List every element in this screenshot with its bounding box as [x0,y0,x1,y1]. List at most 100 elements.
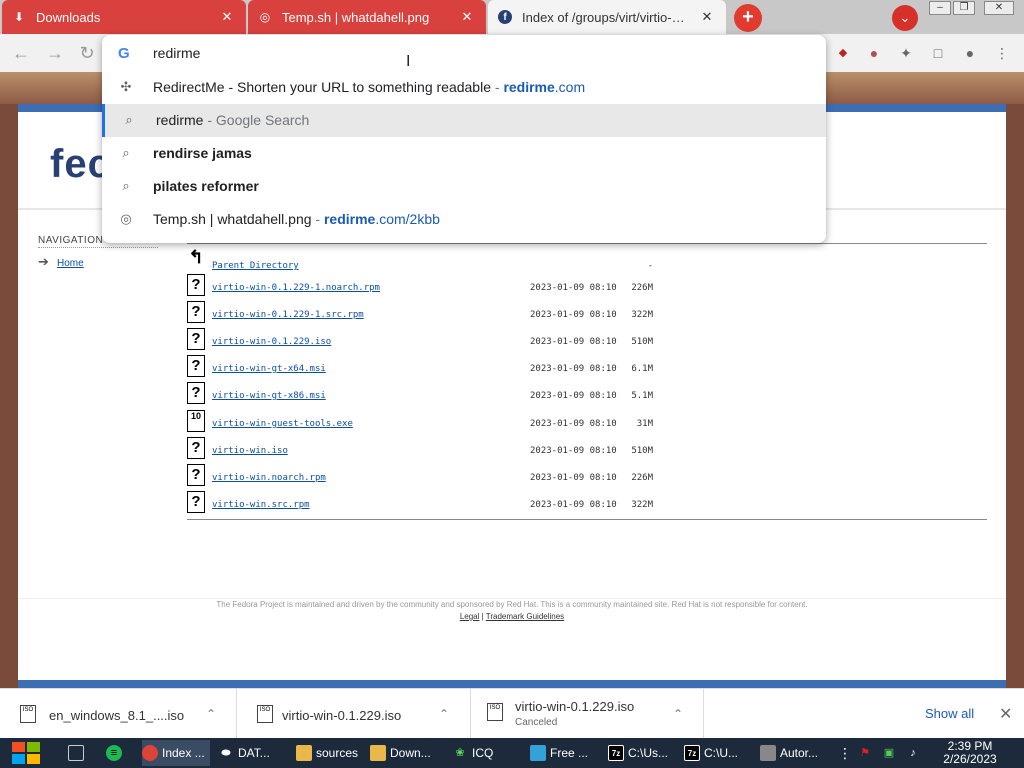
menu-kebab-icon[interactable]: ⋮ [992,43,1012,63]
taskbar-downloads[interactable]: Down... [370,740,438,766]
address-input[interactable]: redirme [153,45,200,61]
suggestion-item[interactable]: ⌕ pilates reformer [102,170,826,203]
taskbar-7zip-2[interactable]: 7z C:\U... [684,740,752,766]
reload-button[interactable]: ↻ [76,42,98,64]
tab-label: Temp.sh | whatdahell.png [282,9,430,25]
icq-icon: ❀ [455,747,465,759]
show-all-button[interactable]: Show all [925,706,974,721]
7zip-icon: 7z [608,745,624,761]
close-icon[interactable]: ✕ [698,9,716,25]
file-link[interactable]: virtio-win-guest-tools.exe [212,419,353,429]
extension-avatar-icon[interactable]: ● [864,43,884,63]
chevron-up-icon[interactable]: ⌃ [206,707,216,721]
file-size: 5.1M [631,391,653,401]
trademark-link[interactable]: Trademark Guidelines [486,612,564,621]
file-size: 322M [631,500,653,510]
chevron-up-icon[interactable]: ⌃ [673,707,683,721]
close-icon[interactable]: ✕ [999,704,1012,724]
tray-overflow[interactable]: ⋮ [838,740,848,766]
tab-search-button[interactable]: ⌄ [892,5,918,31]
suggestion-item[interactable]: ⌕ redirme - Google Search [102,104,826,137]
divider [187,519,987,520]
nav-home-link[interactable]: Home [57,258,84,269]
close-icon[interactable]: ✕ [218,9,236,25]
taskbar-icq[interactable]: ❀ ICQ [452,740,512,766]
file-row: 10 virtio-win-guest-tools.exe 2023-01-09… [187,410,687,437]
taskbar-sources[interactable]: sources [296,740,364,766]
extensions-puzzle-icon[interactable]: ✦ [896,43,916,63]
taskbar-free[interactable]: Free ... [530,740,598,766]
windows-start-icon[interactable] [10,740,42,766]
footer-text: The Fedora Project is maintained and dri… [216,600,808,609]
spotify-icon: ≡ [106,745,122,761]
side-panel-icon[interactable]: □ [928,43,948,63]
file-size: 510M [631,446,653,456]
back-button[interactable]: ← [10,42,32,64]
tab-temp-sh[interactable]: ◎ Temp.sh | whatdahell.png ✕ [248,0,486,34]
footer-links: Legal | Trademark Guidelines [18,612,1006,621]
tab-index-of[interactable]: f Index of /groups/virt/virtio-win/d ✕ [488,0,726,34]
close-window-button[interactable]: ✕ [984,1,1014,15]
taskbar: ≡ Index ... ⬬ DAT... sources Down... ❀ ICQ… [0,738,1024,768]
taskbar-desktop[interactable] [68,740,88,766]
minimize-button[interactable]: – [929,1,951,15]
taskbar-spotify[interactable]: ≡ [106,740,126,766]
file-row: ↰ Parent Directory - [187,248,687,275]
tray-flag-icon[interactable]: ⚑ [858,740,876,766]
taskbar-clock[interactable]: 2:39 PM 2/26/2023 [930,740,1010,766]
file-link[interactable]: virtio-win.src.rpm [212,500,310,510]
tab-downloads[interactable]: ⬇ Downloads ✕ [2,0,246,34]
file-link[interactable]: virtio-win-0.1.229.iso [212,337,331,347]
legal-link[interactable]: Legal [460,612,480,621]
close-icon[interactable]: ✕ [458,9,476,25]
download-item[interactable]: ISO en_windows_8.1_....iso ⌃ [0,689,237,739]
unknown-file-icon: ? [187,464,205,486]
file-size: 322M [631,310,653,320]
file-date: 2023-01-09 08:10 [530,337,617,347]
file-row: ? virtio-win.iso 2023-01-09 08:10 510M [187,437,687,464]
address-bar[interactable]: G redirme I [102,35,826,71]
desktop-icon [68,745,84,761]
suggestion-title: redirme [156,112,204,128]
taskbar-7zip-1[interactable]: 7z C:\Us... [608,740,676,766]
search-icon: ⌕ [125,112,133,127]
download-item[interactable]: ISO virtio-win-0.1.229.iso ⌃ [237,689,471,739]
suggestion-separator: - [203,112,216,128]
suggestion-url: .com [554,79,586,95]
suggestion-item[interactable]: ⌕ rendirse jamas [102,137,826,170]
taskbar-chrome[interactable]: Index ... [142,740,210,766]
new-tab-button[interactable]: + [734,4,762,32]
download-name: virtio-win-0.1.229.iso [282,708,402,723]
restore-button[interactable]: ❐ [953,1,975,15]
taskbar-autoruns[interactable]: Autor... [760,740,828,766]
taskbar-dat[interactable]: ⬬ DAT... [218,740,286,766]
file-link[interactable]: Parent Directory [212,261,299,271]
tab-label: Index of /groups/virt/virtio-win/d [522,9,692,25]
file-row: ? virtio-win-0.1.229.iso 2023-01-09 08:1… [187,328,687,355]
suggestion-detail: Google Search [215,112,310,128]
file-link[interactable]: virtio-win-0.1.229-1.src.rpm [212,310,364,320]
download-item[interactable]: ISO virtio-win-0.1.229.iso Canceled ⌃ [471,689,704,739]
suggestion-item[interactable]: ✣ RedirectMe - Shorten your URL to somet… [102,71,826,104]
suggestion-url: .com/2kbb [375,211,440,227]
suggestion-title: pilates reformer [153,178,259,194]
ublock-icon[interactable]: ◆ [833,43,853,63]
suggestion-item[interactable]: ◎ Temp.sh | whatdahell.png - redirme.com… [102,203,826,236]
tray-network-icon[interactable]: ▣ [882,740,900,766]
iso-file-icon: ISO [487,703,503,721]
site-icon: ✣ [120,79,132,94]
suggestion-separator: - [490,79,504,95]
search-icon: ⌕ [122,145,130,160]
file-link[interactable]: virtio-win-0.1.229-1.noarch.rpm [212,283,380,293]
forward-button[interactable]: → [44,42,66,64]
chevron-up-icon[interactable]: ⌃ [439,707,449,721]
file-link[interactable]: virtio-win.iso [212,446,288,456]
file-date: 2023-01-09 08:10 [530,473,617,483]
unknown-file-icon: ? [187,355,205,377]
file-link[interactable]: virtio-win.noarch.rpm [212,473,326,483]
profile-icon[interactable]: ● [960,43,980,63]
file-link[interactable]: virtio-win-gt-x86.msi [212,391,326,401]
tray-volume-icon[interactable]: ♪ [906,740,924,766]
file-date: 2023-01-09 08:10 [530,364,617,374]
file-link[interactable]: virtio-win-gt-x64.msi [212,364,326,374]
